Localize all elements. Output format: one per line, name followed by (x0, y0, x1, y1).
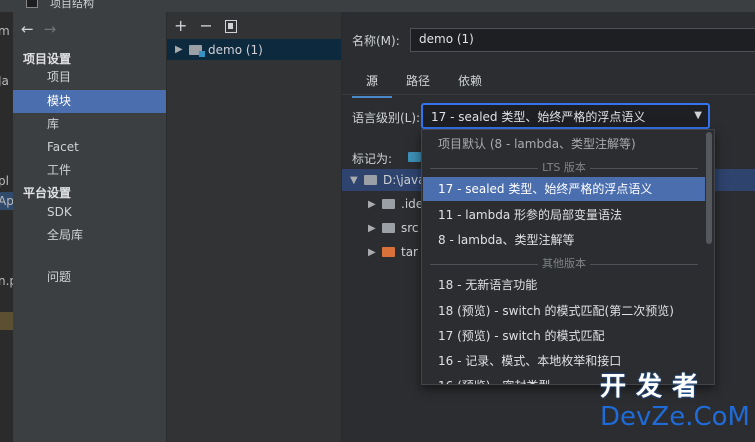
dropdown-option-project-default[interactable]: 项目默认 (8 - lambda、类型注解等) (423, 132, 705, 156)
module-folder-icon (189, 44, 205, 57)
separator-other: 其他版本 (430, 257, 698, 270)
sidebar-item-libraries[interactable]: 库 (13, 113, 166, 136)
content-tree-row[interactable]: ▶ .ide (342, 193, 423, 215)
dropdown-option-18-preview[interactable]: 18 (预览) - switch 的模式匹配(第二次预览) (423, 299, 705, 323)
ide-fragment: pl (0, 174, 9, 188)
content-tree-row[interactable]: ▶ tar (342, 241, 418, 263)
chevron-down-icon[interactable]: ▼ (694, 110, 702, 121)
group-project-settings: 项目设置 (23, 52, 72, 66)
app-icon (26, 0, 38, 8)
module-label: demo (1) (208, 42, 263, 57)
copy-icon[interactable] (224, 20, 237, 33)
remove-icon[interactable]: − (199, 17, 212, 35)
sidebar-item-artifacts[interactable]: 工件 (13, 159, 166, 182)
dropdown-option-16[interactable]: 16 - 记录、模式、本地枚举和接口 (423, 349, 705, 373)
sidebar-item-project[interactable]: 项目 (13, 66, 166, 89)
group-platform-settings: 平台设置 (23, 186, 72, 200)
content-tree-label: .ide (401, 197, 424, 211)
sidebar-item-global-libraries[interactable]: 全局库 (13, 224, 166, 247)
background-ide-strip: m Ja pl Ap n.p (0, 12, 13, 442)
window-title: 项目结构 (50, 0, 94, 10)
sidebar-item-sdk[interactable]: SDK (13, 201, 166, 224)
mark-as-label: 标记为: (352, 152, 393, 166)
excluded-folder-icon (382, 247, 395, 257)
watermark-top: 开发者 (600, 372, 709, 402)
module-name-input[interactable]: demo (1) (410, 28, 755, 52)
content-tree-row[interactable]: ▶ src (342, 217, 419, 239)
folder-icon (364, 175, 377, 185)
ide-highlight (0, 312, 13, 330)
folder-icon (382, 223, 395, 233)
module-tree-panel: + − ▶ demo (1) (167, 12, 342, 442)
ide-fragment: n.p (0, 274, 13, 288)
sources-folder-icon[interactable] (408, 152, 421, 162)
module-row-demo[interactable]: ▶ demo (1) (167, 39, 341, 60)
sidebar-item-facets[interactable]: Facet (13, 136, 166, 159)
content-root-label: D:\java (383, 173, 426, 187)
tabs-divider (342, 94, 755, 95)
add-icon[interactable]: + (174, 17, 187, 35)
chevron-down-icon[interactable]: ▼ (350, 175, 358, 186)
dropdown-option-17[interactable]: 17 - sealed 类型、始终严格的浮点语义 (423, 177, 705, 201)
watermark: 开发者 DevZe.CoM (600, 372, 750, 438)
folder-icon (382, 199, 395, 209)
language-level-value: 17 - sealed 类型、始终严格的浮点语义 (431, 110, 646, 124)
content-tree-label: src (401, 221, 419, 235)
separator-lts-label: LTS 版本 (538, 161, 590, 174)
dropdown-option-11[interactable]: 11 - lambda 形参的局部变量语法 (423, 203, 705, 227)
language-level-dropdown: 项目默认 (8 - lambda、类型注解等) LTS 版本 17 - seal… (421, 129, 715, 385)
language-level-label: 语言级别(L): (352, 111, 421, 125)
window-title-bar: 项目结构 (0, 0, 755, 12)
dropdown-option-17-preview[interactable]: 17 (预览) - switch 的模式匹配 (423, 324, 705, 348)
dropdown-scrollbar[interactable] (706, 132, 712, 244)
chevron-right-icon[interactable]: ▶ (368, 199, 376, 210)
chevron-right-icon[interactable]: ▶ (368, 223, 376, 234)
dropdown-option-18[interactable]: 18 - 无新语言功能 (423, 273, 705, 297)
watermark-bottom: DevZe.CoM (600, 402, 750, 432)
content-tree-label: tar (401, 245, 418, 259)
separator-lts: LTS 版本 (430, 161, 698, 174)
sidebar-item-modules[interactable]: 模块 (13, 90, 166, 113)
module-toolbar: + − (174, 17, 237, 35)
settings-sidebar: ← → 项目设置 项目 模块 库 Facet 工件 平台设置 SDK 全局库 问… (13, 12, 167, 442)
language-level-select[interactable]: 17 - sealed 类型、始终严格的浮点语义 ▼ (421, 103, 710, 129)
chevron-right-icon[interactable]: ▶ (175, 44, 183, 55)
ide-fragment: Ap (0, 194, 13, 208)
chevron-right-icon[interactable]: ▶ (368, 247, 376, 258)
sidebar-item-problems[interactable]: 问题 (13, 266, 166, 289)
dropdown-option-8[interactable]: 8 - lambda、类型注解等 (423, 228, 705, 252)
ide-fragment: Ja (0, 74, 9, 88)
ide-fragment: m (0, 24, 10, 38)
back-arrow-icon[interactable]: ← (21, 20, 34, 38)
name-label: 名称(M): (352, 34, 400, 48)
forward-arrow-icon[interactable]: → (44, 20, 57, 38)
separator-other-label: 其他版本 (538, 257, 590, 270)
nav-arrows: ← → (21, 20, 56, 38)
